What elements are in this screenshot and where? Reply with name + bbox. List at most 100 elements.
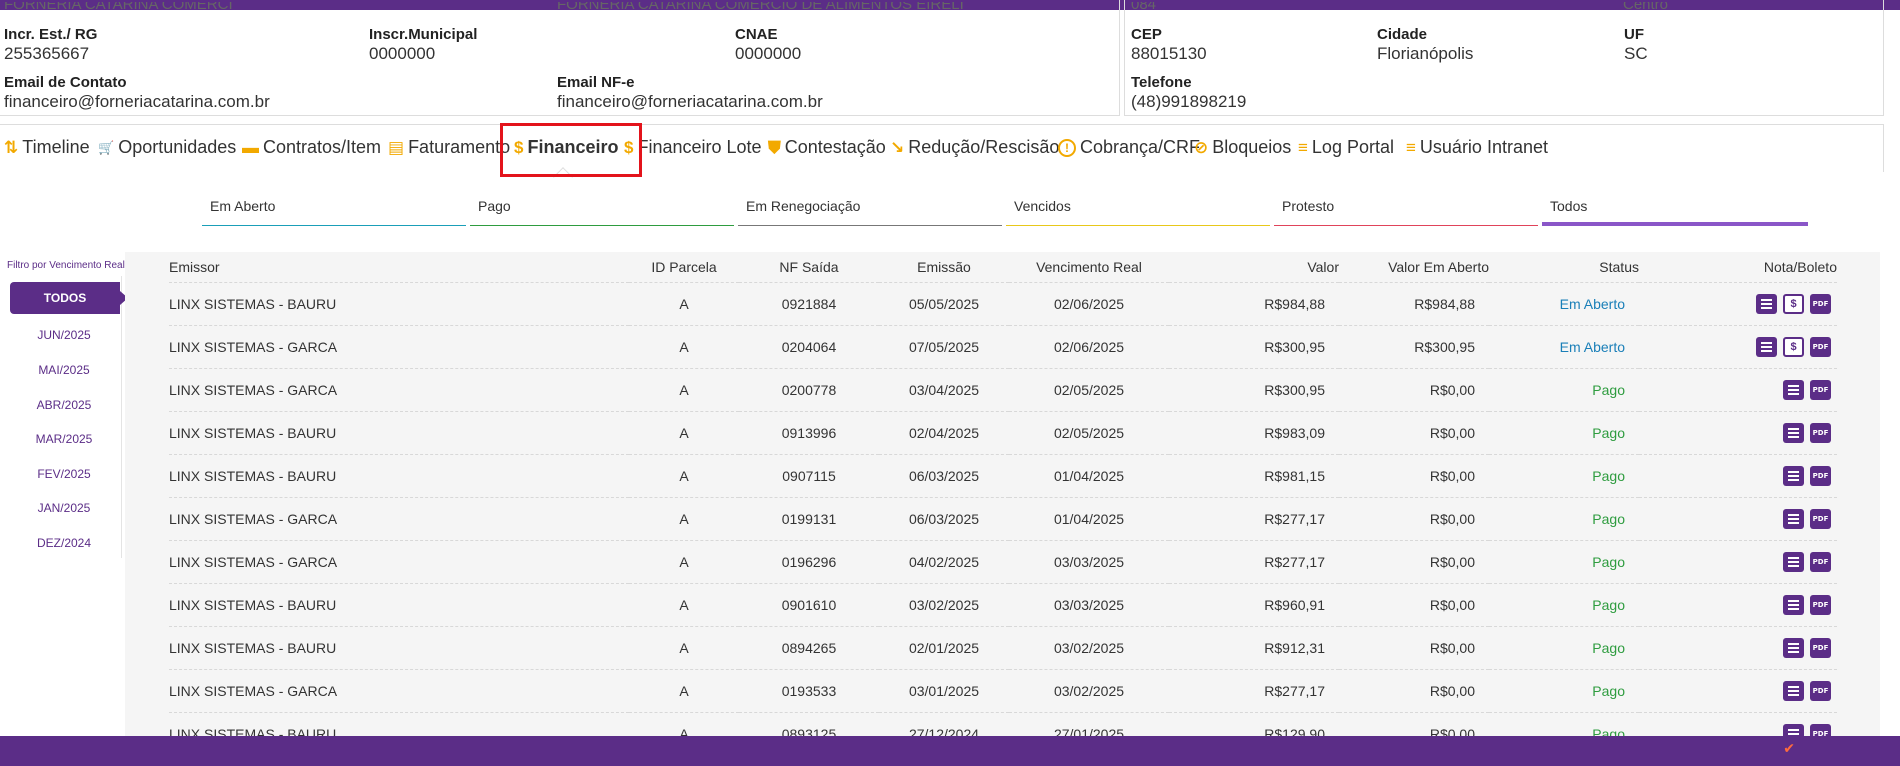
nota-icon[interactable] <box>1783 422 1804 443</box>
pdf-icon[interactable]: PDF <box>1810 680 1831 701</box>
tab-log-portal[interactable]: ≡ Log Portal <box>1298 137 1394 158</box>
col-valor-em-aberto[interactable]: Valor Em Aberto <box>1339 252 1489 282</box>
pdf-icon[interactable]: PDF <box>1810 508 1831 529</box>
pdf-icon[interactable]: PDF <box>1810 551 1831 572</box>
pdf-icon[interactable]: PDF <box>1810 723 1831 736</box>
cidade-field: Cidade Florianópolis <box>1377 26 1473 64</box>
nota-icon[interactable] <box>1783 680 1804 701</box>
subtab-vencidos[interactable]: Vencidos <box>1006 196 1270 226</box>
subtab-protesto[interactable]: Protesto <box>1274 196 1538 226</box>
ie-value: 255365667 <box>4 44 90 63</box>
col-vencimento-real[interactable]: Vencimento Real <box>1009 252 1169 282</box>
tab-contratos-item[interactable]: ▬ Contratos/Item <box>242 137 381 158</box>
tab-label: Log Portal <box>1311 137 1394 157</box>
col-status[interactable]: Status <box>1489 252 1639 282</box>
tab-faturamento[interactable]: ▤ Faturamento <box>388 137 510 158</box>
emissor-cell: LINX SISTEMAS - BAURU <box>169 625 629 669</box>
valor-cell: R$983,09 <box>1169 410 1339 454</box>
nota-icon[interactable] <box>1756 336 1777 357</box>
tab-oportunidades[interactable]: 🛒 Oportunidades <box>98 137 236 158</box>
boleto-icon[interactable]: $ <box>1783 293 1804 314</box>
cep-field: CEP 88015130 <box>1131 26 1207 64</box>
vencimento-cell: 03/02/2025 <box>1009 668 1169 712</box>
filter-month[interactable]: MAI/2025 <box>0 363 128 377</box>
id-parcela-cell: A <box>629 281 739 325</box>
col-emissao[interactable]: Emissão <box>879 252 1009 282</box>
nota-icon[interactable] <box>1756 293 1777 314</box>
table-row[interactable]: LINX SISTEMAS - GARCA A 0204064 07/05/2025 0… <box>169 324 1837 368</box>
tab-timeline[interactable]: ⇅ Timeline <box>4 137 90 158</box>
filter-todos[interactable]: TODOS <box>10 282 128 314</box>
filter-month[interactable]: DEZ/2024 <box>0 536 128 550</box>
id-parcela-cell: A <box>629 582 739 626</box>
subtab-pago[interactable]: Pago <box>470 196 734 226</box>
filter-month[interactable]: MAR/2025 <box>0 432 128 446</box>
check-icon: ✔ <box>1783 740 1795 756</box>
table-row[interactable]: LINX SISTEMAS - BAURU A 0907115 06/03/2025 0… <box>169 453 1837 497</box>
pdf-icon[interactable]: PDF <box>1810 637 1831 658</box>
col-nota-boleto[interactable]: Nota/Boleto <box>1639 252 1837 282</box>
cep-label: CEP <box>1131 26 1162 43</box>
actions-cell: $ PDF <box>1639 281 1837 325</box>
email-nfe-field: Email NF-e financeiro@forneriacatarina.c… <box>557 74 823 112</box>
valor-aberto-cell: R$0,00 <box>1339 711 1489 736</box>
nota-icon[interactable] <box>1783 594 1804 615</box>
actions-cell: PDF <box>1639 496 1837 540</box>
tab-bloqueios[interactable]: ⊘ Bloqueios <box>1194 137 1291 158</box>
nota-icon[interactable] <box>1783 723 1804 736</box>
nota-icon[interactable] <box>1783 637 1804 658</box>
col-valor[interactable]: Valor <box>1169 252 1339 282</box>
filter-month[interactable]: FEV/2025 <box>0 467 128 481</box>
table-row[interactable]: LINX SISTEMAS - BAURU A 0893125 27/12/2024 2… <box>169 711 1837 736</box>
col-id-parcela[interactable]: ID Parcela <box>629 252 739 282</box>
subtab-em-aberto[interactable]: Em Aberto <box>202 196 466 226</box>
col-nf-saida[interactable]: NF Saída <box>739 252 879 282</box>
nf-saida-cell: 0901610 <box>739 582 879 626</box>
table-row[interactable]: LINX SISTEMAS - BAURU A 0901610 03/02/2025 0… <box>169 582 1837 626</box>
nota-icon[interactable] <box>1783 508 1804 529</box>
nota-icon[interactable] <box>1783 465 1804 486</box>
valor-cell: R$129,90 <box>1169 711 1339 736</box>
pdf-icon[interactable]: PDF <box>1810 379 1831 400</box>
table-row[interactable]: LINX SISTEMAS - BAURU A 0894265 02/01/2025 0… <box>169 625 1837 669</box>
subtab-em-renegociacao[interactable]: Em Renegociação <box>738 196 1002 226</box>
tab-label: Financeiro Lote <box>637 137 762 157</box>
pdf-icon[interactable]: PDF <box>1810 422 1831 443</box>
tab-usuario-intranet[interactable]: ≡ Usuário Intranet <box>1406 137 1548 158</box>
filter-month[interactable]: JUN/2025 <box>0 328 128 342</box>
pdf-icon[interactable]: PDF <box>1810 594 1831 615</box>
tab-contestacao[interactable]: ⛊ Contestação <box>768 137 886 158</box>
table-row[interactable]: LINX SISTEMAS - BAURU A 0913996 02/04/2025 0… <box>169 410 1837 454</box>
status-cell: Pago <box>1489 539 1639 583</box>
emissao-cell: 02/04/2025 <box>879 410 1009 454</box>
emissao-cell: 05/05/2025 <box>879 281 1009 325</box>
col-emissor[interactable]: Emissor <box>169 252 629 282</box>
table-row[interactable]: LINX SISTEMAS - GARCA A 0199131 06/03/2025 0… <box>169 496 1837 540</box>
uf-label: UF <box>1624 26 1644 43</box>
filter-month[interactable]: JAN/2025 <box>0 501 128 515</box>
pdf-icon[interactable]: PDF <box>1810 465 1831 486</box>
pdf-icon[interactable]: PDF <box>1810 336 1831 357</box>
filter-month[interactable]: ABR/2025 <box>0 398 128 412</box>
valor-cell: R$277,17 <box>1169 496 1339 540</box>
emissao-cell: 04/02/2025 <box>879 539 1009 583</box>
subtab-todos[interactable]: Todos <box>1542 196 1808 226</box>
tab-cobranca-crf[interactable]: ! Cobrança/CRF <box>1058 137 1200 158</box>
tab-reducao-rescisao[interactable]: ↘ Redução/Rescisão <box>890 137 1059 158</box>
table-row[interactable]: LINX SISTEMAS - BAURU A 0921884 05/05/2025 0… <box>169 281 1837 325</box>
valor-aberto-cell: R$0,00 <box>1339 410 1489 454</box>
tab-financeiro-lote[interactable]: $ Financeiro Lote <box>624 137 762 158</box>
cidade-value: Florianópolis <box>1377 44 1474 63</box>
email-label: Email de Contato <box>4 74 127 91</box>
boleto-icon[interactable]: $ <box>1783 336 1804 357</box>
nota-icon[interactable] <box>1783 551 1804 572</box>
valor-aberto-cell: R$984,88 <box>1339 281 1489 325</box>
table-row[interactable]: LINX SISTEMAS - GARCA A 0196296 04/02/2025 0… <box>169 539 1837 583</box>
pdf-icon[interactable]: PDF <box>1810 293 1831 314</box>
nota-icon[interactable] <box>1783 379 1804 400</box>
table-row[interactable]: LINX SISTEMAS - GARCA A 0200778 03/04/2025 0… <box>169 367 1837 411</box>
valor-cell: R$277,17 <box>1169 539 1339 583</box>
tab-label: Usuário Intranet <box>1419 137 1548 157</box>
table-row[interactable]: LINX SISTEMAS - GARCA A 0193533 03/01/2025 0… <box>169 668 1837 712</box>
telefone-value: (48)991898219 <box>1131 92 1247 111</box>
